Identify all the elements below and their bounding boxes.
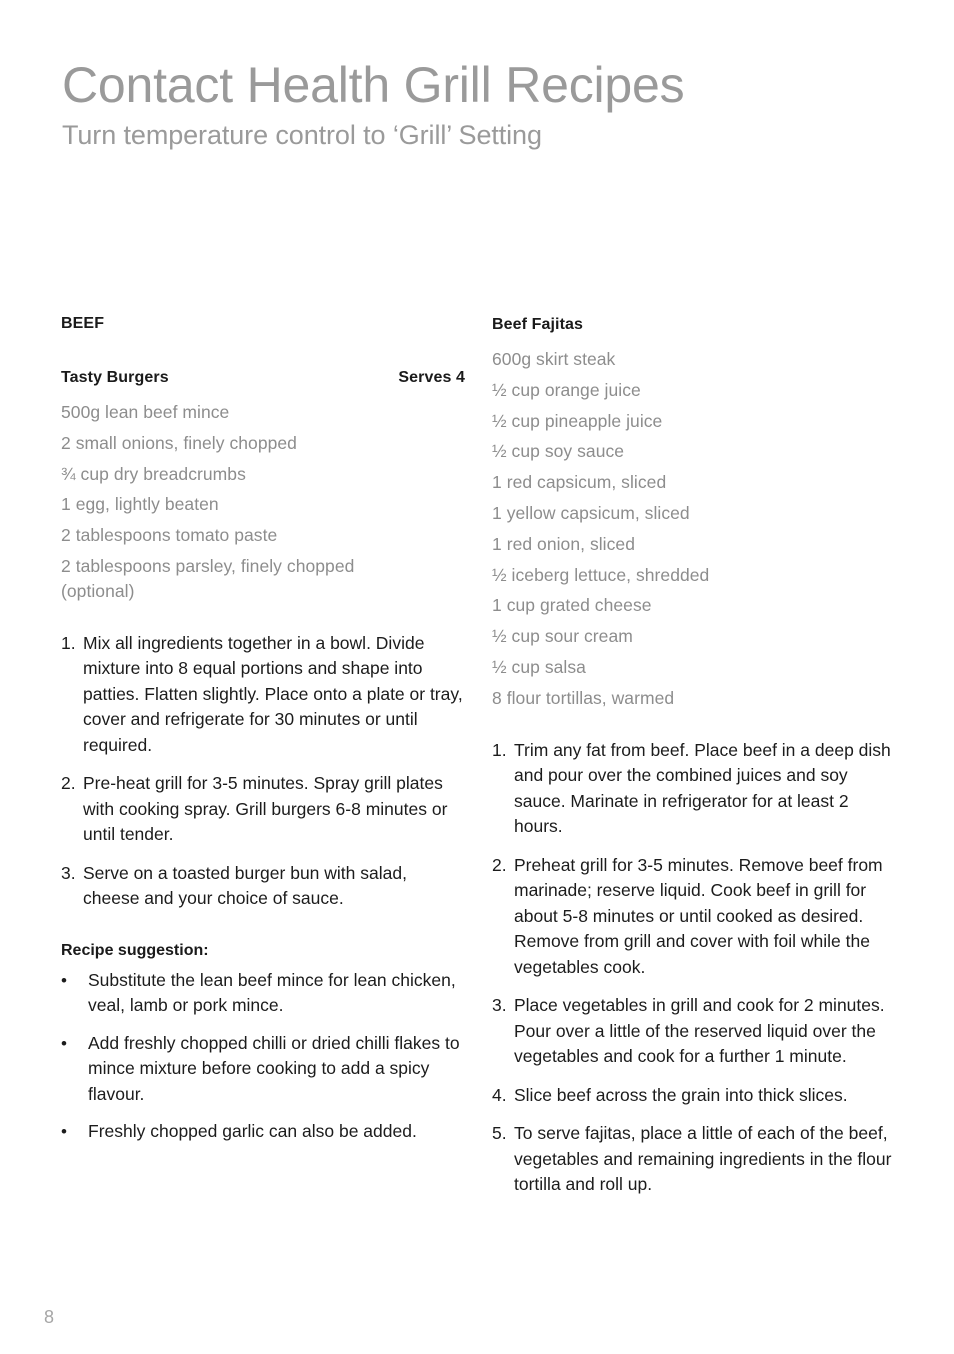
method-step: 2. Pre-heat grill for 3-5 minutes. Spray… [61, 771, 465, 848]
page-number: 8 [44, 1307, 55, 1327]
method-step: 1. Mix all ingredients together in a bow… [61, 631, 465, 759]
method-step: 1. Trim any fat from beef. Place beef in… [492, 738, 896, 840]
ingredient-item: 2 tablespoons tomato paste [61, 525, 278, 546]
ingredient-item: 500g lean beef mince [61, 402, 230, 422]
method-list-tasty-burgers: 1. Mix all ingredients together in a bow… [61, 631, 465, 912]
suggestion-text: Add freshly chopped chilli or dried chil… [88, 1032, 460, 1104]
ingredient-item: 1 cup grated cheese [492, 595, 652, 616]
recipe-page: Contact Health Grill Recipes Turn temper… [0, 0, 954, 1354]
suggestion-item: • Freshly chopped garlic can also be add… [61, 1119, 465, 1145]
ingredient-item: ½ cup soy sauce [492, 441, 625, 462]
step-number: 1. [492, 739, 507, 760]
ingredient-item: ½ cup orange juice [492, 379, 641, 400]
section-heading-beef: BEEF [61, 315, 105, 332]
step-number: 4. [492, 1084, 507, 1105]
method-step: 5. To serve fajitas, place a little of e… [492, 1121, 896, 1198]
method-step: 3. Place vegetables in grill and cook fo… [492, 993, 896, 1070]
page-masthead: Contact Health Grill Recipes Turn temper… [62, 56, 902, 152]
method-step: 4. Slice beef across the grain into thic… [492, 1083, 896, 1109]
bullet-icon: • [61, 1033, 67, 1053]
step-text: Pre-heat grill for 3-5 minutes. Spray gr… [83, 773, 448, 845]
recipe-title: Tasty Burgers [61, 369, 169, 386]
step-text: Trim any fat from beef. Place beef in a … [514, 739, 891, 837]
bullet-icon: • [61, 970, 67, 990]
recipe-suggestion-list: • Substitute the lean beef mince for lea… [61, 968, 465, 1145]
bullet-icon: • [61, 1122, 67, 1142]
ingredient-item: 600g skirt steak [492, 349, 616, 369]
left-column: BEEF Tasty Burgers Serves 4 500g lean be… [61, 314, 465, 1145]
suggestion-text: Substitute the lean beef mince for lean … [88, 969, 456, 1016]
ingredient-item: ½ cup salsa [492, 656, 586, 677]
page-subtitle: Turn temperature control to ‘Grill’ Sett… [62, 120, 542, 150]
recipe-header-beef-fajitas: Beef Fajitas [492, 314, 896, 336]
step-number: 1. [61, 632, 76, 653]
step-text: Place vegetables in grill and cook for 2… [514, 995, 885, 1067]
ingredient-item: ½ cup sour cream [492, 626, 633, 647]
recipe-suggestion-heading: Recipe suggestion: [61, 941, 209, 959]
ingredient-item: 1 red onion, sliced [492, 533, 635, 554]
step-text: Mix all ingredients together in a bowl. … [83, 632, 463, 755]
step-text: Preheat grill for 3-5 minutes. Remove be… [514, 854, 883, 977]
right-column: Beef Fajitas 600g skirt steak ½ cup oran… [492, 314, 896, 1198]
step-number: 5. [492, 1123, 507, 1144]
recipe-suggestion-block: Recipe suggestion: • Substitute the lean… [61, 940, 465, 1145]
ingredient-item: ½ iceberg lettuce, shredded [492, 564, 710, 585]
suggestion-item: • Add freshly chopped chilli or dried ch… [61, 1031, 465, 1108]
ingredient-item: 8 flour tortillas, warmed [492, 687, 675, 708]
recipe-title: Beef Fajitas [492, 316, 584, 333]
step-number: 2. [61, 773, 76, 794]
ingredient-item: 1 red capsicum, sliced [492, 472, 667, 493]
step-text: Serve on a toasted burger bun with salad… [83, 862, 407, 909]
step-number: 2. [492, 854, 507, 875]
step-number: 3. [492, 995, 507, 1016]
ingredient-item: 2 small onions, finely chopped [61, 432, 297, 453]
suggestion-item: • Substitute the lean beef mince for lea… [61, 968, 465, 1019]
ingredient-list-tasty-burgers: 500g lean beef mince 2 small onions, fin… [61, 397, 465, 607]
ingredient-item: ¾ cup dry breadcrumbs [61, 463, 246, 484]
method-step: 3. Serve on a toasted burger bun with sa… [61, 861, 465, 912]
suggestion-text: Freshly chopped garlic can also be added… [88, 1121, 417, 1142]
ingredient-item: ½ cup pineapple juice [492, 410, 663, 431]
ingredient-list-beef-fajitas: 600g skirt steak ½ cup orange juice ½ cu… [492, 344, 896, 714]
recipe-header-tasty-burgers: Tasty Burgers Serves 4 [61, 367, 465, 389]
method-list-beef-fajitas: 1. Trim any fat from beef. Place beef in… [492, 738, 896, 1198]
ingredient-item: 1 yellow capsicum, sliced [492, 502, 690, 523]
step-text: To serve fajitas, place a little of each… [514, 1123, 892, 1195]
method-step: 2. Preheat grill for 3-5 minutes. Remove… [492, 853, 896, 981]
heading-spacer [61, 334, 465, 367]
recipe-serves-label: Serves 4 [398, 369, 465, 386]
ingredient-item: 1 egg, lightly beaten [61, 494, 219, 515]
step-text: Slice beef across the grain into thick s… [514, 1084, 848, 1105]
step-number: 3. [61, 862, 76, 883]
page-title: Contact Health Grill Recipes [62, 57, 685, 113]
